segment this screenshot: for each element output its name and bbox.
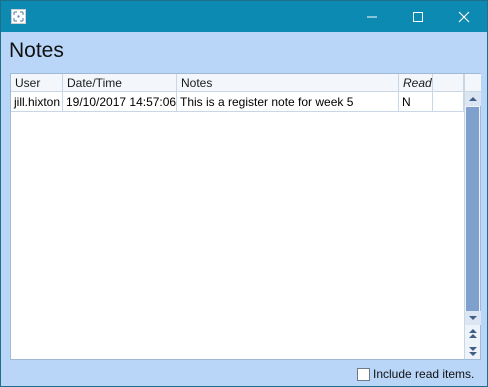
- arrow-up-icon: [469, 97, 477, 101]
- column-header-user[interactable]: User: [11, 74, 63, 92]
- minimize-icon: [367, 16, 377, 17]
- minimize-button[interactable]: [349, 1, 395, 32]
- table-cell-note[interactable]: This is a register note for week 5: [177, 92, 399, 112]
- scroll-to-bottom-button[interactable]: [465, 343, 481, 359]
- scroll-down-button[interactable]: [465, 311, 481, 325]
- include-read-items[interactable]: Include read items.: [357, 367, 474, 381]
- notes-window: Notes User Date/Time Notes Read jill.hix…: [0, 0, 488, 387]
- scrollbar-header-corner: [465, 74, 481, 92]
- notes-grid[interactable]: User Date/Time Notes Read jill.hixton 19…: [10, 73, 481, 360]
- app-icon[interactable]: [11, 9, 26, 24]
- table-cell-datetime[interactable]: 19/10/2017 14:57:06: [63, 92, 177, 112]
- arrow-down-icon: [469, 316, 477, 320]
- table-cell-extra[interactable]: [433, 92, 464, 112]
- scroll-up-button[interactable]: [465, 92, 481, 106]
- table-cell-read[interactable]: N: [399, 92, 433, 112]
- maximize-icon: [413, 11, 423, 22]
- title-bar[interactable]: [1, 1, 487, 32]
- column-header-read[interactable]: Read: [399, 74, 433, 92]
- include-read-checkbox[interactable]: [357, 367, 370, 381]
- vertical-scrollbar[interactable]: [464, 74, 481, 359]
- close-icon: [458, 11, 470, 22]
- column-header-notes[interactable]: Notes: [177, 74, 399, 92]
- scrollbar-thumb[interactable]: [466, 107, 479, 311]
- double-chevron-down-icon: [469, 347, 477, 356]
- double-chevron-up-icon: [469, 329, 477, 338]
- column-header-datetime[interactable]: Date/Time: [63, 74, 177, 92]
- table-cell-user[interactable]: jill.hixton: [11, 92, 63, 112]
- close-button[interactable]: [441, 1, 487, 32]
- maximize-button[interactable]: [395, 1, 441, 32]
- column-header-extra[interactable]: [433, 74, 464, 92]
- scroll-to-top-button[interactable]: [465, 326, 481, 342]
- page-title: Notes: [9, 39, 64, 62]
- include-read-label: Include read items.: [373, 367, 475, 381]
